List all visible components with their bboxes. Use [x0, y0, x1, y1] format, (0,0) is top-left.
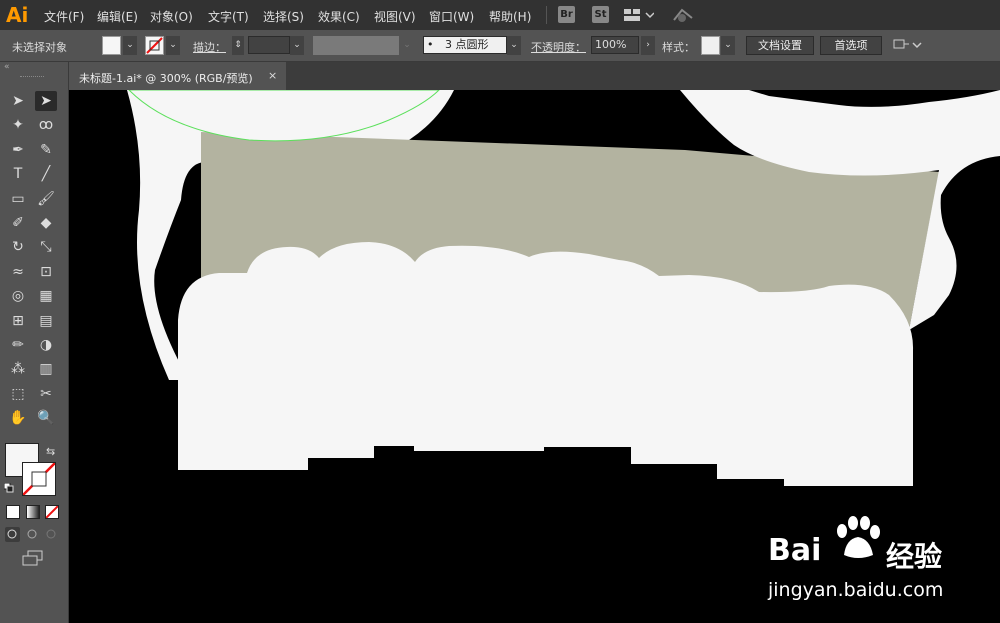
stroke-swatch[interactable]	[145, 36, 164, 55]
style-dropdown-icon[interactable]: ⌄	[721, 36, 735, 55]
selection-tool[interactable]: ➤	[7, 91, 29, 111]
gradient-mode-button[interactable]	[26, 505, 40, 519]
shaper-tool[interactable]: ✐	[7, 213, 29, 233]
perspective-grid-tool[interactable]: ▦	[35, 286, 57, 306]
opacity-label[interactable]: 不透明度：	[531, 39, 586, 55]
magic-wand-tool[interactable]: ✦	[7, 115, 29, 135]
paintbrush-tool[interactable]: 🖌	[35, 189, 57, 209]
stroke-dropdown-icon[interactable]: ⌄	[166, 36, 180, 55]
artboard-tool[interactable]: ⬚	[7, 384, 29, 404]
brush-value: 3 点圆形	[445, 38, 489, 51]
document-tab-strip: 未标题-1.ai* @ 300% (RGB/预览) ×	[70, 62, 1000, 90]
stroke-weight-input[interactable]	[248, 36, 290, 54]
tools-panel: « ➤ ➤ ✦ ꝏ ✒ ✎ T ╱ ▭ 🖌 ✐ ◆ ↻ ⤡ ≈ ⊡ ◎ ▦ ⊞ ▤ ✏ ◑ ⁂ ▥ ⬚ ✂ ✋ 🔍 ⇆	[0, 62, 69, 623]
gradient-tool[interactable]: ▤	[35, 311, 57, 331]
blend-tool[interactable]: ◑	[35, 335, 57, 355]
preferences-button[interactable]: 首选项	[820, 36, 882, 55]
selection-status: 未选择对象	[12, 41, 67, 54]
menu-file[interactable]: 文件(F)	[44, 8, 84, 25]
stroke-weight-dropdown-icon[interactable]: ⌄	[290, 36, 304, 55]
eraser-tool[interactable]: ◆	[35, 213, 57, 233]
line-segment-tool[interactable]: ╱	[35, 164, 57, 184]
warp-tool[interactable]: ≈	[7, 262, 29, 282]
scale-tool[interactable]: ⤡	[35, 237, 57, 257]
lasso-tool[interactable]: ꝏ	[35, 115, 57, 135]
profile-dropdown-icon[interactable]: ⌄	[400, 36, 414, 55]
rectangle-tool[interactable]: ▭	[7, 189, 29, 209]
brush-definition[interactable]: • 3 点圆形	[423, 36, 507, 54]
brush-dropdown-icon[interactable]: ⌄	[507, 36, 521, 55]
slice-tool[interactable]: ✂	[35, 384, 57, 404]
stroke-weight-stepper[interactable]: ⇕	[232, 36, 244, 55]
draw-normal-icon[interactable]	[5, 527, 20, 542]
menu-bar: Ai 文件(F) 编辑(E) 对象(O) 文字(T) 选择(S) 效果(C) 视…	[0, 0, 1000, 30]
column-graph-tool[interactable]: ▥	[35, 359, 57, 379]
fill-swatch[interactable]	[102, 36, 121, 55]
free-transform-tool[interactable]: ⊡	[35, 262, 57, 282]
baidu-brand-right: 经验	[886, 540, 943, 573]
menu-window[interactable]: 窗口(W)	[429, 8, 474, 25]
stroke-label[interactable]: 描边：	[193, 39, 226, 55]
draw-inside-icon[interactable]	[44, 527, 59, 542]
direct-selection-tool[interactable]: ➤	[35, 91, 57, 111]
style-label: 样式：	[662, 41, 695, 54]
curvature-tool[interactable]: ✎	[35, 140, 57, 160]
rotate-tool[interactable]: ↻	[7, 237, 29, 257]
pen-tool[interactable]: ✒	[7, 140, 29, 160]
menu-help[interactable]: 帮助(H)	[489, 8, 531, 25]
hand-tool[interactable]: ✋	[7, 408, 29, 428]
illustrator-logo: Ai	[6, 3, 29, 27]
stock-badge[interactable]: St	[592, 6, 609, 23]
document-tab[interactable]: 未标题-1.ai* @ 300% (RGB/预览) ×	[70, 62, 286, 90]
menu-edit[interactable]: 编辑(E)	[97, 8, 138, 25]
document-tab-title: 未标题-1.ai* @ 300% (RGB/预览)	[79, 72, 253, 85]
brush-dot-icon: •	[427, 38, 434, 51]
document-setup-button[interactable]: 文档设置	[746, 36, 814, 55]
color-mode-button[interactable]	[6, 505, 20, 519]
opacity-arrow-icon[interactable]: ›	[641, 36, 655, 55]
menu-effect[interactable]: 效果(C)	[318, 8, 360, 25]
symbol-sprayer-tool[interactable]: ⁂	[7, 359, 29, 379]
panel-grip[interactable]	[20, 76, 44, 80]
bridge-badge[interactable]: Br	[558, 6, 575, 23]
menu-divider	[546, 6, 547, 24]
control-bar: 未选择对象 ⌄ ⌄ 描边： ⇕ ⌄ ⌄ • 3 点圆形 ⌄ 不透明度： 100%…	[0, 30, 1000, 62]
variable-width-profile[interactable]	[313, 36, 399, 55]
baidu-paw-icon	[832, 515, 882, 561]
menu-object[interactable]: 对象(O)	[150, 8, 193, 25]
shape-builder-tool[interactable]: ◎	[7, 286, 29, 306]
screen-mode-icon[interactable]	[22, 550, 44, 566]
baidu-watermark: Bai 经验 jingyan.baidu.com	[768, 513, 988, 613]
menu-view[interactable]: 视图(V)	[374, 8, 416, 25]
baidu-brand-left: Bai	[768, 533, 822, 568]
gpu-performance-icon[interactable]	[672, 6, 694, 24]
close-icon[interactable]: ×	[268, 69, 277, 82]
collapse-panel-icon[interactable]: «	[4, 62, 10, 72]
none-mode-button[interactable]	[45, 505, 59, 519]
stroke-color-box[interactable]	[22, 462, 56, 496]
swap-colors-icon[interactable]: ⇆	[46, 445, 55, 458]
menu-select[interactable]: 选择(S)	[263, 8, 304, 25]
opacity-input[interactable]: 100%	[591, 36, 639, 54]
menu-type[interactable]: 文字(T)	[208, 8, 249, 25]
baidu-url: jingyan.baidu.com	[768, 579, 944, 601]
mesh-tool[interactable]: ⊞	[7, 311, 29, 331]
graphic-style-swatch[interactable]	[701, 36, 720, 55]
eyedropper-tool[interactable]: ✏	[7, 335, 29, 355]
workspace-layout-icon[interactable]	[624, 8, 655, 22]
fill-dropdown-icon[interactable]: ⌄	[123, 36, 137, 55]
draw-behind-icon[interactable]	[25, 527, 40, 542]
zoom-tool[interactable]: 🔍	[35, 408, 57, 428]
type-tool[interactable]: T	[7, 164, 29, 184]
arrange-documents-icon[interactable]	[893, 38, 923, 54]
default-colors-icon[interactable]	[3, 482, 14, 493]
